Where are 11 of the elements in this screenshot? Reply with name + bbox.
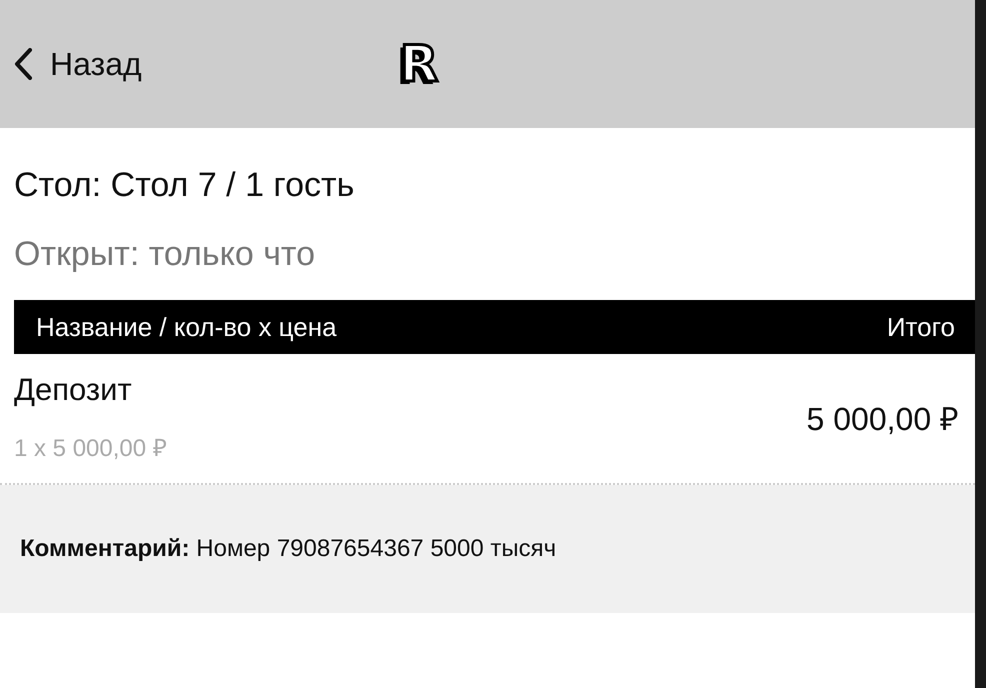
column-header: Название / кол-во х цена — [36, 312, 337, 342]
table-title: Стол: Стол 7 / 1 гость — [14, 166, 356, 205]
item-total: 5 000,00 ₽ — [806, 400, 959, 439]
opened-time: Открыт: только что — [14, 235, 316, 274]
item-quantity-price: 1 x 5 000,00 ₽ — [14, 434, 167, 463]
item-name: Депозит — [14, 372, 133, 408]
logo: R — [400, 39, 438, 89]
comment-text: Комментарий: Номер 79087654367 5000 тысяч — [20, 535, 556, 563]
column-header: Итого — [886, 312, 955, 342]
back-button[interactable]: Назад — [14, 46, 142, 82]
chevron-left-icon — [14, 48, 32, 80]
